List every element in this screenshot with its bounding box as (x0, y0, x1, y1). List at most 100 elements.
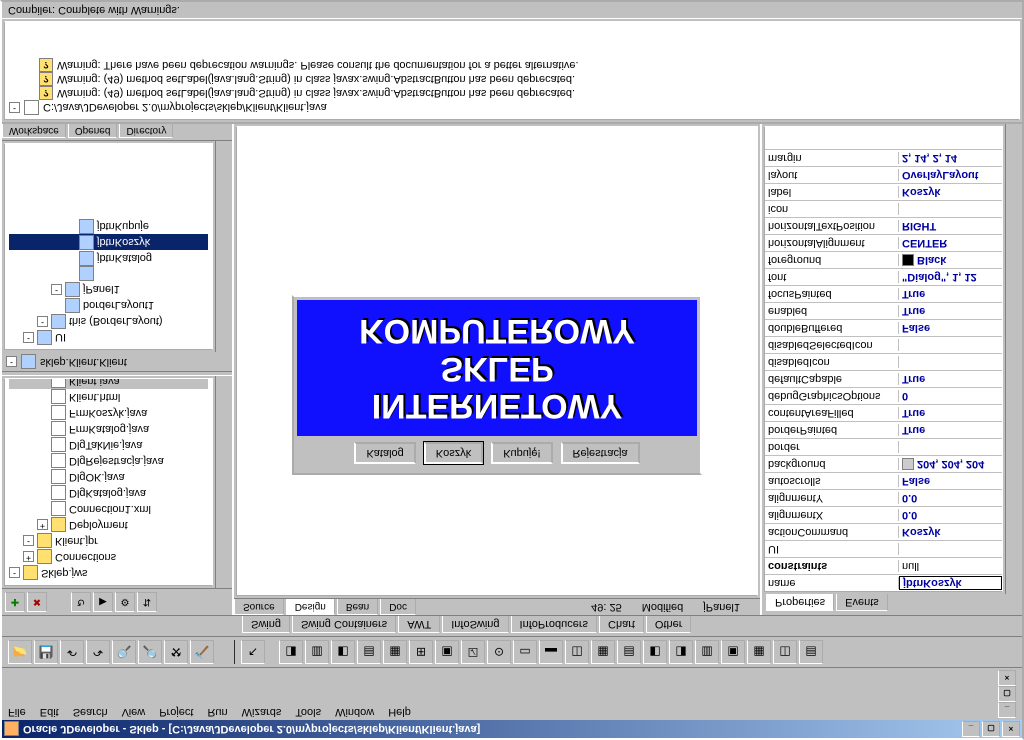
palette-icon[interactable]: ◫ (773, 640, 797, 664)
property-row[interactable]: labelKoszyk (765, 183, 1002, 200)
tree-node[interactable]: DlgKatalog.java (9, 485, 208, 501)
property-row[interactable]: layoutOverlayLayout (765, 166, 1002, 183)
palette-icon[interactable]: ◨ (279, 640, 303, 664)
warning-item[interactable]: ?Warning: (49) method setLabel(java.lang… (9, 72, 1015, 86)
tree-node[interactable]: -jPanel1 (9, 282, 208, 298)
palette-icon[interactable]: ☑ (461, 640, 485, 664)
form-preview[interactable]: Katalog Koszyk Kupuję! Rejestracja INTER… (292, 295, 702, 475)
palette-icon[interactable]: ▣ (721, 640, 745, 664)
property-row[interactable]: alignmentY0.0 (765, 489, 1002, 506)
tree-node[interactable]: FrmKatalog.java (9, 421, 208, 437)
menu-file[interactable]: File (8, 670, 26, 718)
nav-remove-icon[interactable]: ✖ (27, 592, 47, 612)
save-icon[interactable]: 💾 (34, 640, 58, 664)
warning-item[interactable]: ?Warning: (49) method setLabel(java.lang… (9, 86, 1015, 100)
maximize-button[interactable]: ▢ (982, 721, 1000, 737)
property-row[interactable]: contentAreaFilledTrue (765, 404, 1002, 421)
property-row[interactable]: namejbtnKoszyk (765, 574, 1002, 591)
minimize-button[interactable]: _ (962, 721, 980, 737)
menu-tools[interactable]: Tools (295, 670, 321, 718)
menu-run[interactable]: Run (207, 670, 227, 718)
palette-tab-infoswing[interactable]: InfoSwing (442, 616, 508, 633)
property-row[interactable]: actionCommandKoszyk (765, 523, 1002, 540)
property-row[interactable]: background204, 204, 204 (765, 455, 1002, 472)
palette-icon[interactable]: ◧ (643, 640, 667, 664)
scrollbar[interactable] (215, 141, 232, 353)
scrollbar[interactable] (215, 377, 232, 589)
design-canvas[interactable]: Katalog Koszyk Kupuję! Rejestracja INTER… (236, 126, 758, 596)
property-row[interactable]: UI (765, 540, 1002, 557)
button-koszyk[interactable]: Koszyk (424, 442, 483, 464)
nav-add-icon[interactable]: ✚ (5, 592, 25, 612)
property-row[interactable]: horizontalAlignmentCENTER (765, 234, 1002, 251)
tree-node[interactable]: +Deployment (9, 517, 208, 533)
tab-design[interactable]: Design (286, 599, 335, 615)
nav-sort-icon[interactable]: ⇅ (137, 592, 157, 612)
palette-icon[interactable]: ▤ (799, 640, 823, 664)
tree-node[interactable] (9, 267, 208, 282)
tree-node[interactable]: DlgOK.java (9, 469, 208, 485)
tab-events[interactable]: Events (836, 594, 888, 611)
menu-search[interactable]: Search (73, 670, 108, 718)
mdi-maximize-button[interactable]: ▢ (998, 686, 1016, 702)
nav-run-icon[interactable]: ▶ (93, 592, 113, 612)
replace-icon[interactable]: 🔎 (138, 640, 162, 664)
palette-icon[interactable]: ◨ (669, 640, 693, 664)
property-row[interactable]: defaultCapableTrue (765, 370, 1002, 387)
property-row[interactable]: debugGraphicsOptions0 (765, 387, 1002, 404)
nav-refresh-icon[interactable]: ↻ (71, 592, 91, 612)
menu-wizards[interactable]: Wizards (242, 670, 282, 718)
structure-pane[interactable]: -UI-this (BorderLayout)borderLayout1-jPa… (4, 143, 213, 351)
property-row[interactable]: disabledSelectedIcon (765, 336, 1002, 353)
palette-tab-swing-containers[interactable]: Swing Containers (292, 616, 396, 633)
property-inspector[interactable]: namejbtnKoszykconstraintsnullUIactionCom… (764, 126, 1003, 592)
palette-icon[interactable]: ▤ (617, 640, 641, 664)
menu-help[interactable]: Help (388, 670, 411, 718)
rebuild-icon[interactable]: ⚒ (164, 640, 188, 664)
property-row[interactable]: horizontalTextPositionRIGHT (765, 217, 1002, 234)
close-button[interactable]: × (1002, 721, 1020, 737)
tab-workspace[interactable]: Workspace (2, 124, 66, 138)
palette-tab-infoproducers[interactable]: InfoProducers (511, 616, 597, 633)
palette-icon[interactable]: ⊞ (409, 640, 433, 664)
tree-node[interactable]: -this (BorderLayout) (9, 314, 208, 330)
property-row[interactable]: icon (765, 200, 1002, 217)
palette-tab-other[interactable]: Other (646, 616, 692, 633)
tab-bean[interactable]: Bean (337, 599, 378, 615)
palette-icon[interactable]: ◧ (331, 640, 355, 664)
property-row[interactable]: font"Dialog", 1, 12 (765, 268, 1002, 285)
property-row[interactable]: alignmentX0.0 (765, 506, 1002, 523)
tree-node[interactable]: jbtnKatalog (9, 251, 208, 267)
expand-toggle[interactable]: - (6, 357, 17, 368)
tree-node[interactable]: +Connections (9, 549, 208, 565)
make-icon[interactable]: 🔨 (190, 640, 214, 664)
palette-icon[interactable]: ⊙ (487, 640, 511, 664)
menu-view[interactable]: View (122, 670, 146, 718)
property-row[interactable]: constraintsnull (765, 557, 1002, 574)
palette-icon[interactable]: ▦ (383, 640, 407, 664)
palette-tab-awt[interactable]: AWT (398, 616, 440, 633)
tree-node[interactable]: jbtnKoszyk (9, 235, 208, 251)
tree-node[interactable]: borderLayout1 (9, 298, 208, 314)
tab-source[interactable]: Source (234, 599, 284, 615)
expand-toggle[interactable]: - (9, 102, 20, 113)
palette-icon[interactable]: ▥ (305, 640, 329, 664)
palette-icon[interactable]: ▦ (591, 640, 615, 664)
property-row[interactable]: focusPaintedTrue (765, 285, 1002, 302)
warning-item[interactable]: ?Warning: There have been deprecation wa… (9, 58, 1015, 72)
button-kupuje[interactable]: Kupuję! (491, 442, 552, 464)
scrollbar[interactable] (1005, 124, 1022, 594)
button-rejestracja[interactable]: Rejestracja (561, 442, 640, 464)
tree-node[interactable]: jbtnKupuje (9, 219, 208, 235)
menu-project[interactable]: Project (159, 670, 193, 718)
property-row[interactable]: disabledIcon (765, 353, 1002, 370)
undo-icon[interactable]: ↶ (60, 640, 84, 664)
tree-node[interactable]: FrmKoszyk.java (9, 405, 208, 421)
palette-icon[interactable]: ▭ (513, 640, 537, 664)
open-icon[interactable]: 📂 (8, 640, 32, 664)
palette-icon[interactable]: ▬ (539, 640, 563, 664)
property-row[interactable]: doubleBufferedFalse (765, 319, 1002, 336)
tree-node[interactable]: DlgTakNie.java (9, 437, 208, 453)
nav-filter-icon[interactable]: ⚙ (115, 592, 135, 612)
button-katalog[interactable]: Katalog (354, 442, 415, 464)
